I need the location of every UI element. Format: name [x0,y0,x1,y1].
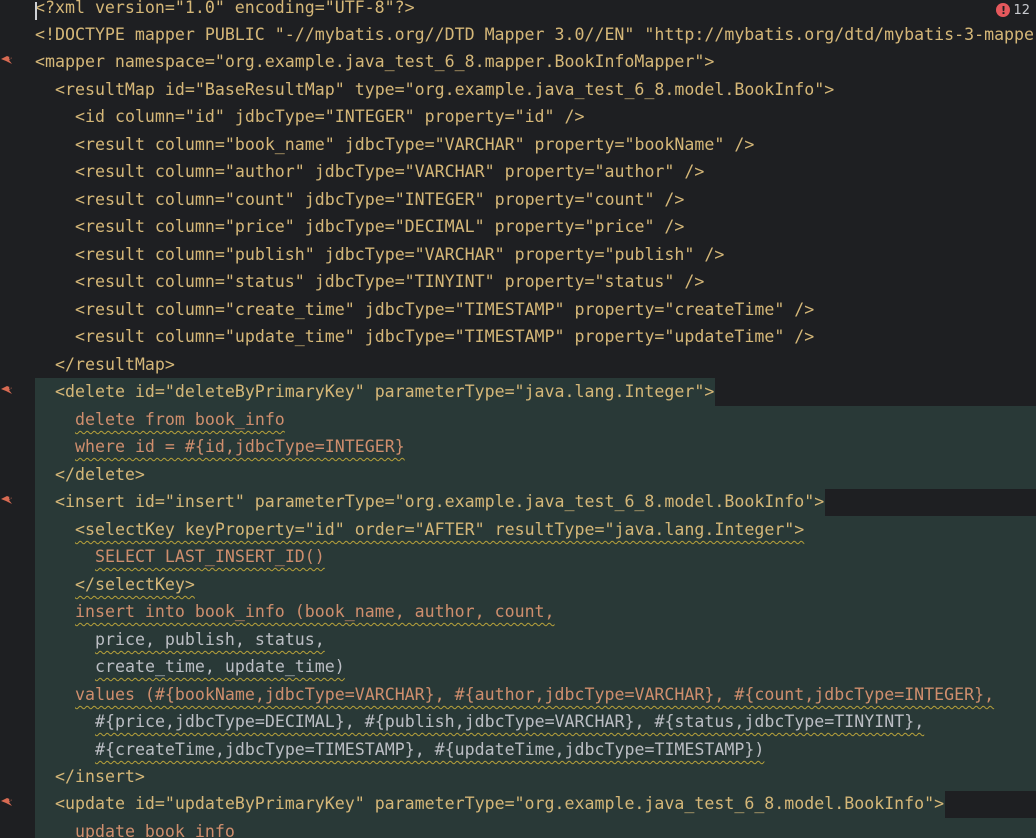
code-line[interactable]: #{createTime,jdbcType=TIMESTAMP}, #{upda… [95,736,764,764]
code-line[interactable]: </selectKey> [75,571,195,599]
code-line[interactable]: <result column="update_time" jdbcType="T… [75,323,814,351]
highlight-block [35,763,1036,791]
text-cursor [35,2,37,20]
code-line[interactable]: delete from book_info [75,406,285,434]
code-line[interactable]: <result column="author" jdbcType="VARCHA… [75,158,704,186]
code-line[interactable]: <resultMap id="BaseResultMap" type="org.… [55,76,834,104]
code-line[interactable]: update book_info [75,818,235,838]
code-line[interactable]: <result column="count" jdbcType="INTEGER… [75,186,684,214]
code-line[interactable]: </insert> [55,763,145,791]
code-line[interactable]: <result column="price" jdbcType="DECIMAL… [75,213,684,241]
editor-gutter [0,0,34,838]
code-line[interactable]: </resultMap> [55,351,175,379]
code-line[interactable]: insert into book_info (book_name, author… [75,598,555,626]
code-line[interactable]: values (#{bookName,jdbcType=VARCHAR}, #{… [75,681,994,709]
mybatis-bird-icon[interactable] [0,53,14,67]
code-line[interactable]: <update id="updateByPrimaryKey" paramete… [55,790,944,818]
code-line[interactable]: <selectKey keyProperty="id" order="AFTER… [75,516,804,544]
code-line[interactable]: <?xml version="1.0" encoding="UTF-8"?> [35,0,415,22]
code-line[interactable]: <id column="id" jdbcType="INTEGER" prope… [75,103,585,131]
code-line[interactable]: <result column="publish" jdbcType="VARCH… [75,241,724,269]
error-icon: ! [996,3,1011,17]
code-line[interactable]: </delete> [55,461,145,489]
code-line[interactable]: where id = #{id,jdbcType=INTEGER} [75,433,405,461]
highlight-block [35,461,1036,489]
code-line[interactable]: <delete id="deleteByPrimaryKey" paramete… [55,378,714,406]
code-line[interactable]: SELECT LAST_INSERT_ID() [95,543,325,571]
mybatis-bird-icon[interactable] [0,383,14,397]
code-line[interactable]: <mapper namespace="org.example.java_test… [35,48,714,76]
mybatis-bird-icon[interactable] [0,493,14,507]
code-line[interactable]: <result column="book_name" jdbcType="VAR… [75,131,754,159]
mybatis-bird-icon[interactable] [0,795,14,809]
problems-indicator[interactable]: ! 12 [992,0,1030,20]
code-editor[interactable]: <?xml version="1.0" encoding="UTF-8"?> <… [35,0,1036,838]
code-line[interactable]: <result column="status" jdbcType="TINYIN… [75,268,704,296]
code-line[interactable]: create_time, update_time) [95,653,345,681]
code-line[interactable]: price, publish, status, [95,626,325,654]
problems-count: 12 [1013,2,1030,18]
code-line[interactable]: <insert id="insert" parameterType="org.e… [55,488,824,516]
code-line[interactable]: <!DOCTYPE mapper PUBLIC "-//mybatis.org/… [35,21,1034,49]
code-line[interactable]: <result column="create_time" jdbcType="T… [75,296,814,324]
code-line[interactable]: #{price,jdbcType=DECIMAL}, #{publish,jdb… [95,708,924,736]
